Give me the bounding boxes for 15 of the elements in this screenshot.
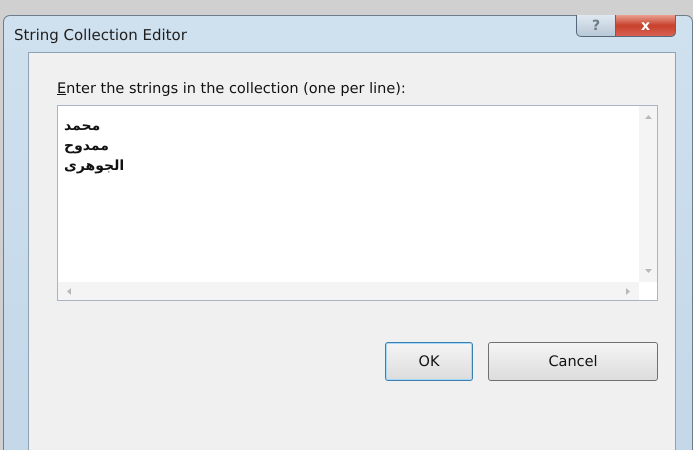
scroll-right-arrow-icon[interactable] — [626, 288, 630, 294]
ok-button[interactable]: OK — [385, 342, 473, 381]
vertical-scrollbar[interactable] — [639, 106, 657, 282]
text-line: الجوهری — [64, 157, 124, 176]
scroll-left-arrow-icon[interactable] — [67, 288, 71, 294]
text-line: محمد — [64, 117, 100, 136]
cancel-button[interactable]: Cancel — [488, 342, 658, 381]
horizontal-scrollbar[interactable] — [58, 282, 639, 300]
scroll-up-arrow-icon[interactable] — [644, 115, 652, 119]
text-line: ممدوح — [64, 137, 109, 156]
window-title: String Collection Editor — [14, 26, 187, 44]
prompt-label: Enter the strings in the collection (one per line): — [57, 81, 407, 97]
scroll-down-arrow-icon[interactable] — [644, 269, 652, 273]
close-button[interactable]: x — [616, 15, 676, 37]
text-editor-field[interactable]: محمد ممدوح الجوهری — [57, 105, 658, 301]
